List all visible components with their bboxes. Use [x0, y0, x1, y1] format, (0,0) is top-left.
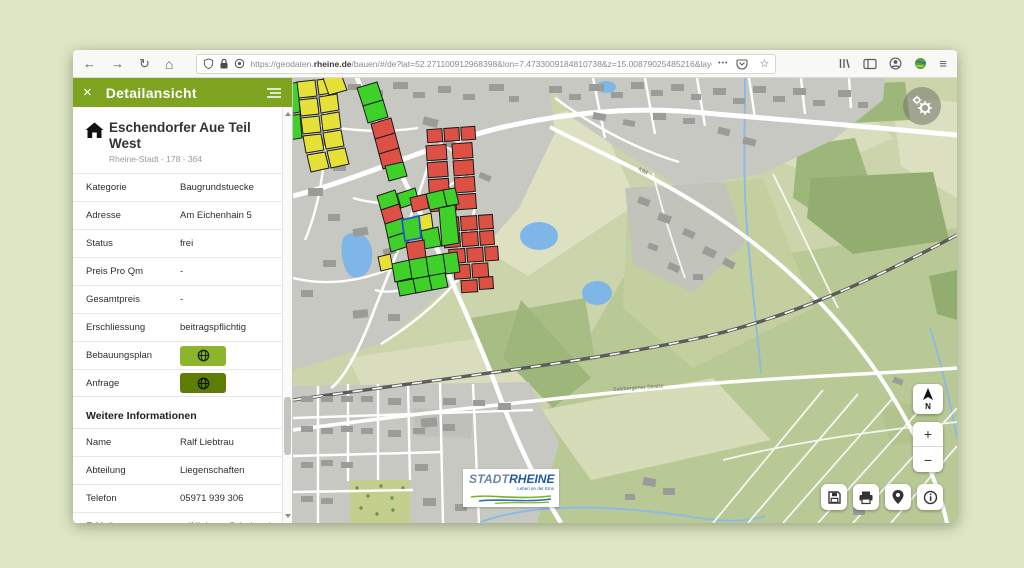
- scroll-up-icon[interactable]: [285, 112, 291, 116]
- url-bar[interactable]: https://geodaten.rheine.de/bauen/#/de?la…: [196, 54, 776, 74]
- logo-tagline: Leben an der Ems: [469, 486, 554, 491]
- globe-icon: [197, 349, 210, 362]
- browser-toolbar: ← → ↻ ⌂ https://geodaten.rheine.de/bauen…: [73, 50, 957, 78]
- row-label: Adresse: [86, 210, 180, 221]
- row-label: Kategorie: [86, 182, 180, 193]
- map-toolbar: [821, 484, 943, 510]
- zoom-controls: + −: [913, 422, 943, 472]
- map-view[interactable]: K88 Salzbergener Straße: [293, 78, 957, 523]
- printer-icon: [858, 490, 874, 505]
- row-label: Name: [86, 437, 180, 448]
- row-value: beitragspflichtig: [180, 322, 282, 333]
- map-pin-icon: [891, 489, 905, 505]
- panel-title: Detailansicht: [106, 85, 197, 101]
- forward-icon[interactable]: →: [111, 57, 124, 70]
- detail-row-bebauungsplan: Bebauungsplan: [73, 341, 282, 369]
- map-svg[interactable]: K88 Salzbergener Straße: [293, 78, 957, 523]
- detail-row-adresse: Adresse Am Eichenhain 5: [73, 201, 282, 229]
- account-icon[interactable]: [889, 57, 902, 70]
- detail-row-abteilung: Abteilung Liegenschaften: [73, 456, 282, 484]
- bebauungsplan-button[interactable]: [180, 346, 226, 366]
- email-link[interactable]: ralf.liebtrau@rheine.de: [180, 521, 282, 523]
- row-label: Telefon: [86, 493, 180, 504]
- save-icon: [827, 490, 842, 505]
- row-value: -: [180, 294, 282, 305]
- info-icon: [923, 490, 938, 505]
- scroll-down-icon[interactable]: [285, 514, 291, 518]
- shield-icon[interactable]: [203, 58, 214, 70]
- hamburger-menu-icon[interactable]: ≡: [939, 56, 947, 71]
- detail-panel: × Detailansicht Eschendorfer Au: [73, 78, 293, 523]
- lock-icon[interactable]: [219, 58, 229, 70]
- gears-icon: [909, 93, 935, 119]
- object-subtitle: Rheine-Stadt - 178 - 364: [109, 154, 276, 164]
- row-value: Liegenschaften: [180, 465, 282, 476]
- house-icon: [85, 120, 109, 144]
- row-label: Preis Pro Qm: [86, 266, 180, 277]
- locate-button[interactable]: [885, 484, 911, 510]
- map-park: [350, 480, 410, 523]
- row-label: E-Mail: [86, 521, 180, 523]
- home-icon[interactable]: ⌂: [165, 57, 173, 71]
- zoom-out-button[interactable]: −: [913, 447, 943, 472]
- scrollbar-thumb[interactable]: [284, 397, 291, 455]
- row-label: Gesamtpreis: [86, 294, 180, 305]
- detail-panel-body: Eschendorfer Aue Teil West Rheine-Stadt …: [73, 107, 292, 523]
- detail-row-gesamtpreis: Gesamtpreis -: [73, 285, 282, 313]
- row-label: Status: [86, 238, 180, 249]
- detail-row-name: Name Ralf Liebtrau: [73, 428, 282, 456]
- library-icon[interactable]: [838, 57, 851, 70]
- reload-icon[interactable]: ↻: [139, 57, 150, 70]
- section-heading: Weitere Informationen: [73, 397, 282, 428]
- svg-text:N: N: [925, 402, 931, 411]
- detail-row-erschliessung: Erschliessung beitragspflichtig: [73, 313, 282, 341]
- sidebar-icon[interactable]: [863, 58, 877, 70]
- stadt-rheine-logo: STADTRHEINE Leben an der Ems: [463, 469, 559, 507]
- detail-row-anfrage: Anfrage: [73, 369, 282, 397]
- page-actions-icon[interactable]: •••: [718, 60, 728, 67]
- row-label: Bebauungsplan: [86, 350, 180, 361]
- layer-list-icon[interactable]: [266, 87, 282, 99]
- save-button[interactable]: [821, 484, 847, 510]
- object-title: Eschendorfer Aue Teil West: [109, 120, 276, 151]
- bookmark-star-icon[interactable]: ☆: [760, 57, 770, 70]
- pocket-icon[interactable]: [736, 58, 748, 70]
- row-value: Am Eichenhain 5: [180, 210, 282, 221]
- url-text: https://geodaten.rheine.de/bauen/#/de?la…: [250, 59, 712, 69]
- row-label: Abteilung: [86, 465, 180, 476]
- row-value: Baugrundstuecke: [180, 182, 282, 193]
- row-value: frei: [180, 238, 282, 249]
- row-label: Anfrage: [86, 378, 180, 389]
- logo-stadt: STADT: [469, 472, 509, 486]
- north-arrow-icon: N: [917, 387, 939, 411]
- print-button[interactable]: [853, 484, 879, 510]
- row-label: Erschliessung: [86, 322, 180, 333]
- logo-waves-icon: [469, 494, 553, 504]
- detail-row-telefon: Telefon 05971 939 306: [73, 484, 282, 512]
- detail-row-kategorie: Kategorie Baugrundstuecke: [73, 173, 282, 201]
- browser-window: ← → ↻ ⌂ https://geodaten.rheine.de/bauen…: [73, 50, 957, 523]
- map-settings-button[interactable]: [903, 87, 941, 125]
- detail-panel-header: × Detailansicht: [73, 78, 292, 107]
- row-value: -: [180, 266, 282, 277]
- panel-scrollbar[interactable]: [282, 107, 292, 523]
- close-icon[interactable]: ×: [83, 84, 92, 101]
- zoom-in-button[interactable]: +: [913, 422, 943, 447]
- selected-parcel[interactable]: [402, 216, 421, 241]
- globe-icon: [197, 377, 210, 390]
- info-button[interactable]: [917, 484, 943, 510]
- detail-row-status: Status frei: [73, 229, 282, 257]
- detail-row-preis-qm: Preis Pro Qm -: [73, 257, 282, 285]
- row-value: Ralf Liebtrau: [180, 437, 282, 448]
- back-icon[interactable]: ←: [83, 57, 96, 70]
- detail-row-email: E-Mail ralf.liebtrau@rheine.de: [73, 512, 282, 523]
- logo-rheine: RHEINE: [509, 472, 554, 486]
- permissions-icon[interactable]: [234, 58, 245, 69]
- extension-globe-icon[interactable]: [914, 57, 927, 70]
- compass-button[interactable]: N: [913, 384, 943, 414]
- row-value: 05971 939 306: [180, 493, 282, 504]
- anfrage-button[interactable]: [180, 373, 226, 393]
